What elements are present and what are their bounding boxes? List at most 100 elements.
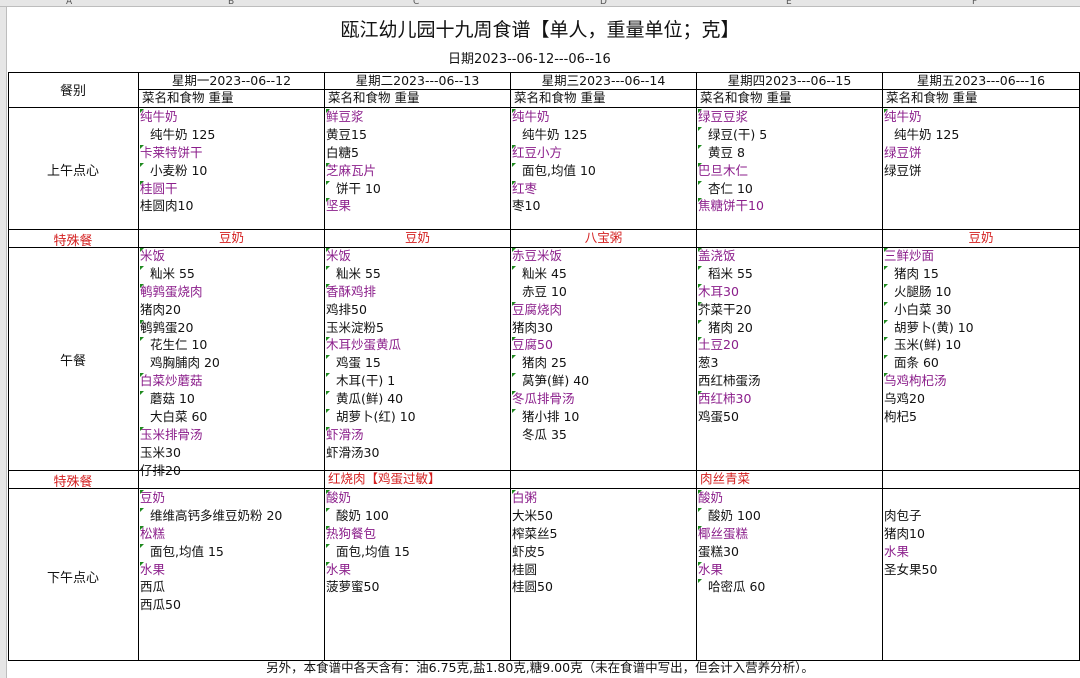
subheader-fri[interactable]: 菜名和食物 重量 bbox=[883, 90, 977, 106]
morning-snack-cell-fri[interactable]: 纯牛奶 纯牛奶 125 绿豆饼 绿豆饼 bbox=[884, 108, 1078, 180]
ingredient-line: 胡萝卜(红) 10 bbox=[326, 408, 509, 426]
ingredient-line: 木耳(干) 1 bbox=[326, 372, 509, 390]
ingredient-line: 肉包子 bbox=[884, 507, 922, 523]
dish-name: 白粥 bbox=[512, 489, 695, 507]
ingredient-line: 玉米淀粉5 bbox=[326, 319, 384, 335]
column-letter-d[interactable]: D bbox=[600, 0, 607, 7]
subheader-mon[interactable]: 菜名和食物 重量 bbox=[139, 90, 233, 106]
row-label-morning-snack: 上午点心 bbox=[46, 164, 99, 179]
special-meal-2-tue[interactable]: 红烧肉【鸡蛋过敏】 bbox=[325, 471, 441, 487]
day-header-thu[interactable]: 星期四2023---06--15 bbox=[697, 73, 882, 89]
afternoon-snack-cell-tue[interactable]: 酸奶 酸奶 100 热狗餐包 面包,均值 15 水果 菠萝蜜50 bbox=[326, 489, 509, 596]
ingredient-line: 西瓜50 bbox=[140, 597, 181, 613]
row-label-special-meal-2: 特殊餐 bbox=[53, 475, 93, 490]
ingredient-line: 圣女果50 bbox=[884, 561, 938, 577]
lunch-cell-tue[interactable]: 米饭 籼米 55 香酥鸡排 鸡排50 玉米淀粉5 木耳炒蛋黄瓜 鸡蛋 15 木耳(干) 1 黄瓜… bbox=[326, 247, 509, 462]
dish-name: 芝麻瓦片 bbox=[326, 162, 509, 180]
day-header-wed[interactable]: 星期三2023---06--14 bbox=[511, 73, 696, 89]
ingredient-line: 籼米 45 bbox=[512, 265, 695, 283]
special-meal-fri[interactable]: 豆奶 bbox=[883, 230, 1079, 246]
day-header-tue[interactable]: 星期二2023---06--13 bbox=[325, 73, 510, 89]
dish-name: 米饭 bbox=[326, 247, 509, 265]
footer-note: 另外，本食谱中各天含有：油6.75克,盐1.80克,糖9.00克（未在食谱中写出… bbox=[266, 660, 814, 675]
ingredient-line: 赤豆 10 bbox=[522, 283, 567, 299]
afternoon-snack-cell-fri[interactable]: 肉包子 猪肉10 水果 圣女果50 bbox=[884, 489, 1078, 578]
ingredient-line: 莴笋(鲜) 40 bbox=[512, 372, 695, 390]
ingredient-line: 火腿肠 10 bbox=[884, 283, 1078, 301]
afternoon-snack-cell-mon[interactable]: 豆奶 维维高钙多维豆奶粉 20 松糕 面包,均值 15 水果 西瓜 西瓜50 bbox=[140, 489, 323, 614]
morning-snack-cell-tue[interactable]: 鲜豆浆 黄豆15 白糖5 芝麻瓦片 饼干 10 坚果 bbox=[326, 108, 509, 215]
ingredient-line: 哈密瓜 60 bbox=[698, 578, 881, 596]
dish-name: 松糕 bbox=[140, 525, 323, 543]
column-letter-a[interactable]: A bbox=[66, 0, 72, 7]
column-letter-f[interactable]: F bbox=[972, 0, 977, 7]
ingredient-line: 绿豆(干) 5 bbox=[698, 126, 881, 144]
lunch-cell-wed[interactable]: 赤豆米饭 籼米 45 赤豆 10 豆腐烧肉 猪肉30 豆腐50 猪肉 25 莴笋(鲜) 40 冬… bbox=[512, 247, 695, 444]
dish-name: 水果 bbox=[326, 561, 509, 579]
ingredient-line: 杏仁 10 bbox=[698, 180, 881, 198]
special-meal-2-thu[interactable]: 肉丝青菜 bbox=[697, 471, 750, 487]
dish-name: 赤豆米饭 bbox=[512, 247, 695, 265]
ingredient-line: 稻米 55 bbox=[698, 265, 881, 283]
dish-name: 绿豆豆浆 bbox=[698, 108, 881, 126]
ingredient-line: 酸奶 100 bbox=[326, 507, 509, 525]
column-letter-b[interactable]: B bbox=[228, 0, 234, 7]
ingredient-line: 鸡蛋 15 bbox=[326, 354, 509, 372]
ingredient-line: 籼米 55 bbox=[140, 265, 323, 283]
dish-name: 坚果 bbox=[326, 197, 509, 215]
ingredient-line: 籼米 55 bbox=[326, 265, 509, 283]
dish-name: 酸奶 bbox=[326, 489, 509, 507]
dish-name: 绿豆饼 bbox=[884, 144, 922, 160]
subheader-thu[interactable]: 菜名和食物 重量 bbox=[697, 90, 791, 106]
date-range: 日期2023--06-12---06--16 bbox=[448, 52, 611, 67]
meal-type-header: 餐别 bbox=[59, 84, 86, 99]
dish-name: 酸奶 bbox=[698, 489, 881, 507]
ingredient-line: 纯牛奶 125 bbox=[894, 126, 960, 142]
column-header-bar: A B C D E F bbox=[0, 0, 1080, 7]
dish-name: 虾滑汤 bbox=[326, 426, 509, 444]
day-header-mon[interactable]: 星期一2023--06--12 bbox=[139, 73, 324, 89]
subheader-wed[interactable]: 菜名和食物 重量 bbox=[511, 90, 605, 106]
column-letter-c[interactable]: C bbox=[413, 0, 419, 7]
dish-name: 米饭 bbox=[140, 247, 323, 265]
special-meal-tue[interactable]: 豆奶 bbox=[325, 230, 510, 246]
ingredient-line: 猪肉 20 bbox=[698, 319, 881, 337]
lunch-cell-mon[interactable]: 米饭 籼米 55 鹌鹑蛋烧肉 猪肉20 鹌鹑蛋20 花生仁 10 鸡胸脯肉 20 白菜炒蘑菇蘑… bbox=[140, 247, 323, 480]
subheader-tue[interactable]: 菜名和食物 重量 bbox=[325, 90, 419, 106]
ingredient-line: 冬瓜 35 bbox=[522, 426, 567, 442]
dish-name: 盖浇饭 bbox=[698, 247, 881, 265]
afternoon-snack-cell-thu[interactable]: 酸奶 酸奶 100 椰丝蛋糕 蛋糕30 水果 哈密瓜 60 bbox=[698, 489, 881, 596]
ingredient-line: 鸡蛋50 bbox=[698, 409, 739, 425]
morning-snack-cell-wed[interactable]: 纯牛奶 纯牛奶 125 红豆小方 面包,均值 10 红枣 枣10 bbox=[512, 108, 695, 215]
ingredient-line: 维维高钙多维豆奶粉 20 bbox=[140, 507, 323, 525]
dish-name: 巴旦木仁 bbox=[698, 162, 881, 180]
ingredient-line: 猪肉30 bbox=[512, 319, 553, 335]
ingredient-line: 猪肉20 bbox=[140, 301, 181, 317]
lunch-cell-thu[interactable]: 盖浇饭 稻米 55 木耳30 芥菜干20 猪肉 20 土豆20 葱3 西红柿蛋汤 西红柿30 鸡蛋… bbox=[698, 247, 881, 426]
special-meal-wed[interactable]: 八宝粥 bbox=[511, 230, 696, 246]
morning-snack-cell-thu[interactable]: 绿豆豆浆 绿豆(干) 5 黄豆 8 巴旦木仁 杏仁 10 焦糖饼干10 bbox=[698, 108, 881, 215]
morning-snack-cell-mon[interactable]: 纯牛奶 纯牛奶 125 卡莱特饼干 小麦粉 10 桂圆干 桂圆肉10 bbox=[140, 108, 323, 215]
ingredient-line: 菠萝蜜50 bbox=[326, 579, 380, 595]
grid-line bbox=[510, 72, 511, 660]
dish-name: 乌鸡枸杞汤 bbox=[884, 372, 1078, 390]
ingredient-line: 玉米(鲜) 10 bbox=[884, 336, 1078, 354]
dish-name: 三鲜炒面 bbox=[884, 247, 1078, 265]
dish-name: 卡莱特饼干 bbox=[140, 144, 323, 162]
dish-name: 豆腐50 bbox=[512, 336, 695, 354]
grid-line bbox=[324, 72, 325, 660]
ingredient-line: 乌鸡20 bbox=[884, 391, 925, 407]
lunch-cell-fri[interactable]: 三鲜炒面 猪肉 15 火腿肠 10 小白菜 30 胡萝卜(黄) 10 玉米(鲜) 10 面条… bbox=[884, 247, 1078, 426]
dish-name: 热狗餐包 bbox=[326, 525, 509, 543]
ingredient-line: 黄豆15 bbox=[326, 126, 367, 142]
ingredient-line: 鸡胸脯肉 20 bbox=[150, 355, 220, 371]
afternoon-snack-cell-wed[interactable]: 白粥 大米50 榨菜丝5 虾皮5 桂圆 桂圆50 bbox=[512, 489, 695, 596]
ingredient-line: 玉米30 bbox=[140, 444, 181, 460]
column-letter-e[interactable]: E bbox=[786, 0, 792, 7]
special-meal-mon[interactable]: 豆奶 bbox=[139, 230, 324, 246]
dish-name: 鲜豆浆 bbox=[326, 108, 509, 126]
dish-name: 水果 bbox=[140, 561, 323, 579]
ingredient-line: 小白菜 30 bbox=[884, 301, 1078, 319]
day-header-fri[interactable]: 星期五2023---06---16 bbox=[883, 73, 1079, 89]
ingredient-line: 猪小排 10 bbox=[512, 408, 695, 426]
